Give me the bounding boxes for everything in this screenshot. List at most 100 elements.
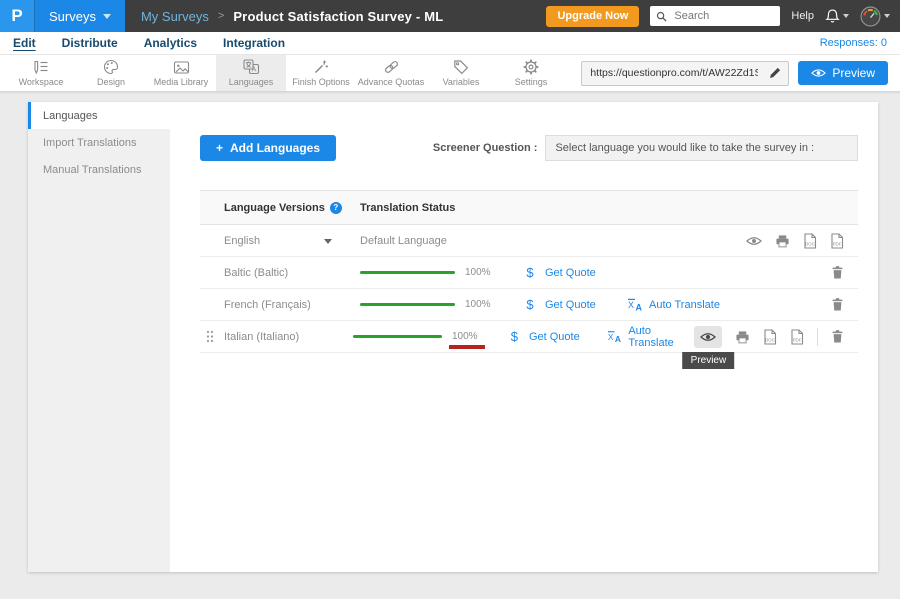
export-doc-button[interactable]: DOC — [763, 329, 777, 345]
sidebar-item-import-translations[interactable]: Import Translations — [28, 129, 170, 156]
table-row-baltic: Baltic (Baltic) 100% $ Get Quote — [200, 257, 858, 289]
tab-distribute[interactable]: Distribute — [62, 36, 118, 50]
tag-icon — [453, 59, 469, 75]
help-question-icon[interactable]: ? — [330, 202, 342, 214]
preview-button-label: Preview — [832, 66, 875, 80]
edit-url-button[interactable] — [762, 62, 788, 85]
row-actions — [831, 297, 858, 312]
search-icon — [656, 11, 667, 22]
print-button[interactable] — [775, 234, 790, 248]
language-name: English — [224, 235, 260, 247]
screener-question-label: Screener Question : — [433, 142, 538, 154]
toolbar-item-design[interactable]: Design — [76, 55, 146, 91]
preview-eye-button[interactable]: Preview — [694, 326, 722, 348]
toolbar-item-media-library[interactable]: Media Library — [146, 55, 216, 91]
tab-analytics[interactable]: Analytics — [144, 36, 197, 50]
preview-eye-button[interactable] — [746, 236, 762, 246]
export-doc-button[interactable]: DOC — [803, 233, 817, 249]
toolbar-label: Languages — [229, 77, 274, 87]
toolbar-item-languages[interactable]: A Languages — [216, 55, 286, 91]
delete-language-button[interactable] — [831, 265, 844, 280]
language-cell: French (Français) — [200, 299, 360, 311]
notifications-menu[interactable] — [825, 9, 849, 24]
auto-translate-label: Auto Translate — [628, 325, 694, 349]
language-name: Baltic (Baltic) — [224, 267, 288, 279]
toolbar-item-advance-quotas[interactable]: Advance Quotas — [356, 55, 426, 91]
language-cell[interactable]: English — [200, 235, 360, 247]
preview-button[interactable]: Preview — [798, 61, 888, 85]
language-cell: Italian (Italiano) — [200, 331, 353, 343]
drag-handle-icon[interactable] — [206, 330, 214, 343]
get-quote-link[interactable]: Get Quote — [545, 299, 601, 311]
languages-panel: Languages Import Translations Manual Tra… — [28, 102, 878, 572]
svg-text:DOC: DOC — [766, 337, 776, 342]
percent-text: 100% — [452, 331, 478, 342]
sidebar-item-manual-translations[interactable]: Manual Translations — [28, 156, 170, 183]
toolbar-item-settings[interactable]: Settings — [496, 55, 566, 91]
eye-icon — [746, 236, 762, 246]
screener-question-group: Screener Question : Select language you … — [433, 135, 859, 161]
status-cell: 100% $ Get Quote XA Auto Translate — [360, 297, 720, 312]
magic-wand-icon — [313, 59, 329, 75]
printer-icon — [735, 330, 750, 344]
surveys-menu[interactable]: Surveys — [35, 0, 125, 32]
questionpro-logo[interactable]: P — [0, 0, 35, 32]
content-area: Languages Import Translations Manual Tra… — [0, 92, 900, 599]
sidebar-item-languages[interactable]: Languages — [28, 102, 170, 129]
header-translation-status: Translation Status — [360, 202, 455, 214]
chain-link-icon — [383, 59, 400, 75]
toolbar-right: Preview — [581, 55, 900, 91]
account-menu[interactable] — [860, 6, 890, 27]
dollar-icon[interactable]: $ — [508, 329, 521, 344]
translate-icon: A — [243, 59, 260, 75]
surveys-menu-label: Surveys — [49, 9, 96, 24]
chevron-down-icon — [843, 14, 849, 18]
table-row-french: French (Français) 100% $ Get Quote XA Au… — [200, 289, 858, 321]
auto-translate-link[interactable]: XA Auto Translate — [607, 325, 694, 349]
delete-language-button[interactable] — [831, 297, 844, 312]
status-cell: 100% $ Get Quote XA Auto Translate — [353, 325, 694, 349]
auto-translate-link[interactable]: XA Auto Translate — [627, 298, 720, 311]
add-languages-button[interactable]: + Add Languages — [200, 135, 336, 161]
top-navbar: P Surveys My Surveys > Product Satisfact… — [0, 0, 900, 32]
survey-url-input[interactable] — [582, 67, 762, 79]
chevron-down-icon[interactable] — [324, 239, 332, 244]
auto-translate-icon: XA — [627, 298, 643, 311]
dollar-icon[interactable]: $ — [523, 297, 537, 312]
help-link[interactable]: Help — [791, 10, 814, 22]
top-row: + Add Languages Screener Question : Sele… — [200, 135, 858, 161]
dollar-icon[interactable]: $ — [523, 265, 537, 280]
toolbar-item-workspace[interactable]: Workspace — [6, 55, 76, 91]
avatar-gauge-icon — [860, 6, 881, 27]
tab-integration[interactable]: Integration — [223, 36, 285, 50]
eye-icon — [811, 68, 826, 78]
export-pdf-button[interactable]: PDF — [830, 233, 844, 249]
global-search[interactable] — [650, 6, 780, 26]
get-quote-link[interactable]: Get Quote — [545, 267, 601, 279]
logo-letter: P — [11, 6, 22, 26]
tab-edit[interactable]: Edit — [13, 36, 36, 50]
image-icon — [173, 60, 190, 75]
toolbar-item-variables[interactable]: Variables — [426, 55, 496, 91]
svg-text:A: A — [615, 334, 621, 343]
screener-question-select[interactable]: Select language you would like to take t… — [545, 135, 858, 161]
delete-language-button[interactable] — [831, 329, 844, 344]
status-cell: Default Language — [360, 235, 447, 247]
responses-count[interactable]: Responses: 0 — [820, 37, 887, 49]
print-button[interactable] — [735, 330, 750, 344]
export-pdf-button[interactable]: PDF — [790, 329, 804, 345]
header-status-label: Translation Status — [360, 202, 455, 214]
toolbar-label: Advance Quotas — [358, 77, 425, 87]
language-name: French (Français) — [224, 299, 311, 311]
breadcrumb-my-surveys[interactable]: My Surveys — [141, 9, 209, 24]
get-quote-link[interactable]: Get Quote — [529, 331, 581, 343]
upgrade-now-button[interactable]: Upgrade Now — [546, 6, 639, 27]
svg-text:PDF: PDF — [793, 337, 802, 342]
language-versions-table: Language Versions ? Translation Status E… — [200, 190, 858, 353]
toolbar-item-finish-options[interactable]: Finish Options — [286, 55, 356, 91]
search-input[interactable] — [672, 9, 766, 23]
translation-progress-percent: 100% — [452, 331, 484, 342]
add-languages-label: Add Languages — [230, 141, 320, 155]
svg-text:X: X — [628, 300, 634, 310]
sidebar-item-label: Languages — [43, 110, 97, 122]
